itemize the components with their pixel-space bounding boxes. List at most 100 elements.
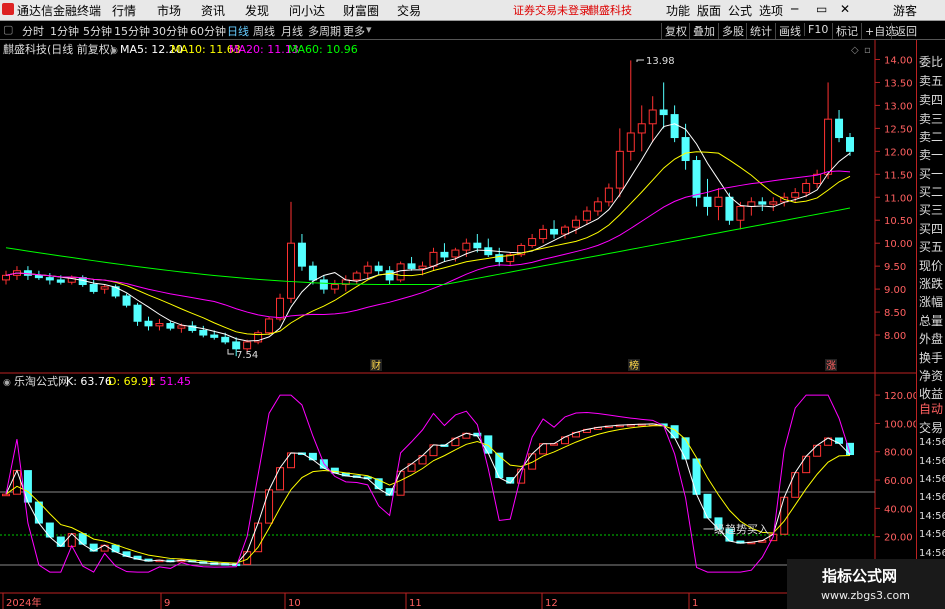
candle-body <box>34 274 43 279</box>
event-marker-finance-text: 财 <box>371 359 381 372</box>
menu-item-assistant[interactable]: 问小达 <box>289 2 325 19</box>
sub-settings-icon[interactable]: ◉ <box>3 378 11 388</box>
candle-body <box>232 341 241 350</box>
period-tab-daily[interactable]: 日线 <box>227 23 249 39</box>
side-panel-label[interactable]: 自动 <box>919 400 943 417</box>
side-panel-label: 涨跌 <box>919 277 944 291</box>
menu-item-trade[interactable]: 交易 <box>397 2 421 19</box>
indicator-lines <box>5 394 851 573</box>
menu-item-formula[interactable]: 公式 <box>728 2 752 19</box>
kline-chart[interactable]: 麒盛科技(日线 前复权) ◉ MA5: 12.20 MA10: 11.63 MA… <box>0 40 945 609</box>
price-tick-label: 14.00 <box>884 55 913 66</box>
time-tick-label: 2024年 <box>6 596 41 609</box>
btn-mark[interactable]: 标记 <box>832 23 858 39</box>
indicator-bar <box>539 443 548 455</box>
more-dropdown-icon[interactable]: ▾ <box>366 23 372 36</box>
candle-body <box>122 295 131 306</box>
btn-back[interactable]: 返回 <box>891 23 917 39</box>
period-tab-5min[interactable]: 5分钟 <box>83 23 112 39</box>
indicator-bar <box>429 444 438 457</box>
menu-item-discover[interactable]: 发现 <box>245 2 269 19</box>
close-icon[interactable]: ✕ <box>840 2 850 16</box>
menu-item-markets[interactable]: 市场 <box>157 2 181 19</box>
candle-body <box>330 284 339 290</box>
sub-tick-label: 80.00 <box>884 448 913 459</box>
menu-item-layout[interactable]: 版面 <box>697 2 721 19</box>
candle-body <box>56 279 65 283</box>
minimize-icon[interactable]: ─ <box>791 2 798 16</box>
diamond-icon[interactable]: ◇ <box>851 45 859 56</box>
candle-body <box>407 263 416 269</box>
login-warning[interactable]: 证券交易未登录 <box>513 2 590 18</box>
period-tab-15min[interactable]: 15分钟 <box>114 23 150 39</box>
period-tab-monthly[interactable]: 月线 <box>281 23 303 39</box>
candle-body <box>615 150 624 189</box>
candle-body <box>374 265 383 272</box>
app-logo-icon <box>2 3 14 15</box>
price-axis: 14.00 13.50 13.00 12.50 12.00 11.50 11.00 10.50… <box>875 55 913 342</box>
menu-item-options[interactable]: 选项 <box>759 2 783 19</box>
restore-icon[interactable]: ▭ <box>816 2 827 16</box>
btn-adjust[interactable]: 复权 <box>661 23 687 39</box>
settings-icon[interactable]: ◉ <box>110 46 118 56</box>
candlestick-series <box>2 60 854 357</box>
current-stock-name: 麒盛科技 <box>588 4 632 17</box>
candle-body <box>791 192 800 198</box>
candle-body <box>462 242 471 251</box>
candle-body <box>45 277 54 281</box>
indicator-bar <box>780 496 789 535</box>
candle-body <box>2 274 10 281</box>
user-label[interactable]: 游客 <box>893 2 917 19</box>
candle-body <box>100 286 109 290</box>
price-tick-label: 13.00 <box>884 101 913 112</box>
indicator-bar <box>703 493 712 519</box>
candle-body <box>243 341 252 350</box>
candle-body <box>626 132 635 152</box>
btn-overlay[interactable]: 叠加 <box>689 23 715 39</box>
menu-item-functions[interactable]: 功能 <box>666 2 690 19</box>
candle-body <box>133 304 142 322</box>
btn-stats[interactable]: 统计 <box>746 23 772 39</box>
candle-body <box>23 270 32 276</box>
side-panel-label: 14:56 <box>919 548 945 559</box>
side-panel-label: 涨幅 <box>919 295 944 309</box>
buy-signal-annotation: 一级趋势买入 <box>703 523 769 536</box>
candle-body <box>166 323 175 329</box>
candle-body <box>571 219 580 228</box>
price-tick-label: 8.50 <box>884 308 906 319</box>
ma60-line <box>5 207 851 286</box>
collapse-panel-icon[interactable]: ▫ <box>864 45 871 56</box>
side-panel-label: 14:56 <box>919 456 945 467</box>
menu-item-market[interactable]: 行情 <box>112 2 136 19</box>
price-tick-label: 13.50 <box>884 78 913 89</box>
time-tick-label: 9 <box>164 598 170 609</box>
candle-body <box>177 325 186 329</box>
period-tab-60min[interactable]: 60分钟 <box>190 23 226 39</box>
collapse-icon[interactable]: ▢ <box>3 23 13 36</box>
period-tab-intraday[interactable]: 分时 <box>22 23 44 39</box>
indicator-bar <box>681 437 690 460</box>
menu-item-news[interactable]: 资讯 <box>201 2 225 19</box>
candle-body <box>846 137 854 152</box>
quote-side-panel: 委比 卖五 卖四 卖三 卖二 卖一 买一 买二 买三 买四 买五 现价 涨跌 涨幅 总量 外盘 换手 净资 收益 自动… <box>916 40 945 609</box>
btn-multi-stock[interactable]: 多股 <box>718 23 744 39</box>
period-tab-multi[interactable]: 多周期 <box>308 23 341 39</box>
period-tab-30min[interactable]: 30分钟 <box>152 23 188 39</box>
indicator-bar <box>396 470 405 496</box>
period-tab-more[interactable]: 更多 <box>343 23 365 39</box>
candle-body <box>802 182 811 194</box>
btn-draw[interactable]: 画线 <box>775 23 801 39</box>
indicator-bar <box>528 453 537 470</box>
period-tab-weekly[interactable]: 周线 <box>253 23 275 39</box>
menu-item-wealth[interactable]: 财富圈 <box>343 2 379 19</box>
side-panel-label: 14:56 <box>919 492 945 503</box>
side-panel-label[interactable]: 交易 <box>919 419 943 436</box>
indicator-bar <box>265 489 274 524</box>
watermark-title: 指标公式网 <box>822 567 898 585</box>
period-tab-1min[interactable]: 1分钟 <box>50 23 79 39</box>
ma20-line <box>5 170 851 319</box>
indicator-bar <box>276 467 285 491</box>
price-tick-label: 9.50 <box>884 262 906 273</box>
candle-body <box>648 109 657 125</box>
btn-f10[interactable]: F10 <box>804 23 828 36</box>
